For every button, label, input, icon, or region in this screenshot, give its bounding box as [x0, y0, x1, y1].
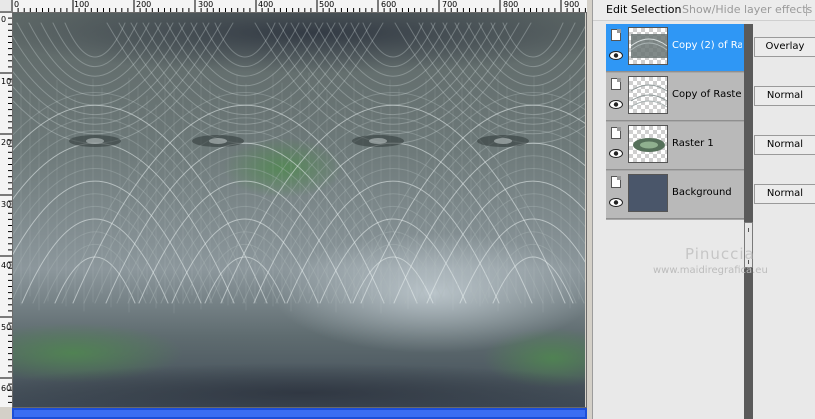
- ruler-label-500: 500: [319, 0, 335, 9]
- layer-name[interactable]: Copy (2) of Raste: [672, 40, 742, 51]
- ruler-corner: [0, 0, 12, 12]
- visibility-eye-icon[interactable]: [609, 149, 623, 158]
- vertical-ruler: 0 100 200 300 400 500 600: [0, 12, 13, 407]
- horizontal-scrollbar[interactable]: [12, 408, 587, 419]
- show-hide-layer-effects-button[interactable]: Show/Hide layer effects: [682, 3, 812, 16]
- vruler-label-0: 0: [1, 15, 7, 24]
- layer-name[interactable]: Background: [672, 187, 742, 198]
- layer-thumbnail: [628, 174, 668, 212]
- thumbnail-art: [630, 34, 667, 58]
- ruler-label-900: 900: [564, 0, 580, 9]
- layer-thumbnail: [628, 76, 668, 114]
- visibility-eye-icon[interactable]: [609, 51, 623, 60]
- layer-properties-icon[interactable]: [611, 29, 621, 41]
- vruler-ticks: [0, 12, 12, 403]
- visibility-eye-icon[interactable]: [609, 198, 623, 207]
- thumbnail-art: [633, 138, 665, 152]
- horizontal-ruler: 0 100 200 300 400 500 600 700 800 900: [12, 0, 587, 13]
- blend-mode-button-overlay[interactable]: Overlay: [754, 37, 815, 57]
- blend-mode-button-normal[interactable]: Normal: [754, 86, 815, 106]
- watermark-url: www.maidiregrafica.eu: [653, 265, 768, 276]
- layer-properties-icon[interactable]: [611, 176, 621, 188]
- vruler-label-500: 500: [1, 323, 12, 332]
- ruler-label-600: 600: [381, 0, 397, 9]
- vruler-label-600: 600: [1, 384, 12, 393]
- ruler-label-100: 100: [74, 0, 90, 9]
- layer-row-background[interactable]: Background: [606, 171, 744, 219]
- ruler-label-300: 300: [198, 0, 214, 9]
- grip-mark: [748, 228, 749, 232]
- ruler-ticks: [12, 0, 586, 12]
- ruler-label-0: 0: [14, 0, 20, 9]
- layer-controls: [608, 76, 626, 116]
- ruler-label-700: 700: [442, 0, 458, 9]
- thumbnail-art: [630, 84, 667, 108]
- image-canvas[interactable]: [13, 13, 585, 407]
- blend-mode-button-normal[interactable]: Normal: [754, 135, 815, 155]
- header-divider: [806, 4, 807, 16]
- edit-selection-button[interactable]: Edit Selection: [606, 3, 682, 16]
- vruler-label-400: 400: [1, 261, 12, 270]
- layer-row-copy2-raster[interactable]: Copy (2) of Raste: [606, 24, 744, 72]
- vruler-label-300: 300: [1, 200, 12, 209]
- layers-panel: Edit Selection Show/Hide layer effects C…: [592, 0, 815, 419]
- layer-controls: [608, 27, 626, 67]
- layer-row-copy-raster1[interactable]: Copy of Raster 1: [606, 73, 744, 121]
- layer-row-raster1[interactable]: Raster 1: [606, 122, 744, 170]
- layer-name[interactable]: Copy of Raster 1: [672, 89, 742, 100]
- ruler-label-200: 200: [136, 0, 152, 9]
- image-editor-area: 0 100 200 300 400 500 600 700 800 900 0 …: [0, 0, 592, 419]
- blend-mode-button-normal[interactable]: Normal: [754, 184, 815, 204]
- layer-thumbnail: [628, 125, 668, 163]
- layer-properties-icon[interactable]: [611, 78, 621, 90]
- ruler-label-400: 400: [258, 0, 274, 9]
- layer-thumbnail: [628, 27, 668, 65]
- visibility-eye-icon[interactable]: [609, 100, 623, 109]
- scrollbar-thumb[interactable]: [14, 410, 585, 417]
- watermark-name: Pinuccia: [685, 245, 755, 263]
- panel-header: Edit Selection Show/Hide layer effects: [593, 0, 815, 21]
- vruler-label-100: 100: [1, 77, 12, 86]
- layer-controls: [608, 125, 626, 165]
- layer-controls: [608, 174, 626, 214]
- layer-name[interactable]: Raster 1: [672, 138, 742, 149]
- layer-properties-icon[interactable]: [611, 127, 621, 139]
- ruler-label-800: 800: [503, 0, 519, 9]
- vruler-label-200: 200: [1, 138, 12, 147]
- layers-list: Copy (2) of Raste Copy of Raster 1 Raste…: [606, 24, 744, 220]
